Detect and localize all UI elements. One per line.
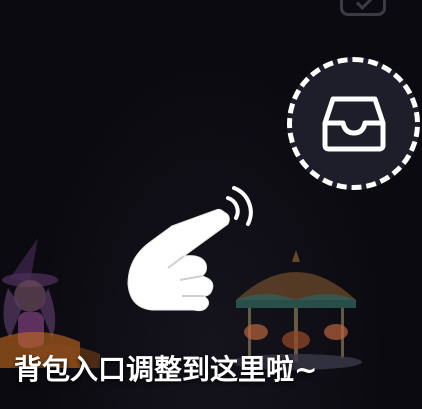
guide-message: 背包入口调整到这里啦~	[14, 353, 318, 386]
backpack-entry-button[interactable]	[287, 57, 420, 190]
checklist-icon[interactable]	[340, 0, 386, 16]
onboarding-overlay[interactable]: 背包入口调整到这里啦~	[0, 0, 422, 409]
witch-character-art	[0, 238, 110, 368]
inbox-tray-icon	[321, 95, 387, 153]
tapping-hand-icon	[124, 184, 260, 318]
